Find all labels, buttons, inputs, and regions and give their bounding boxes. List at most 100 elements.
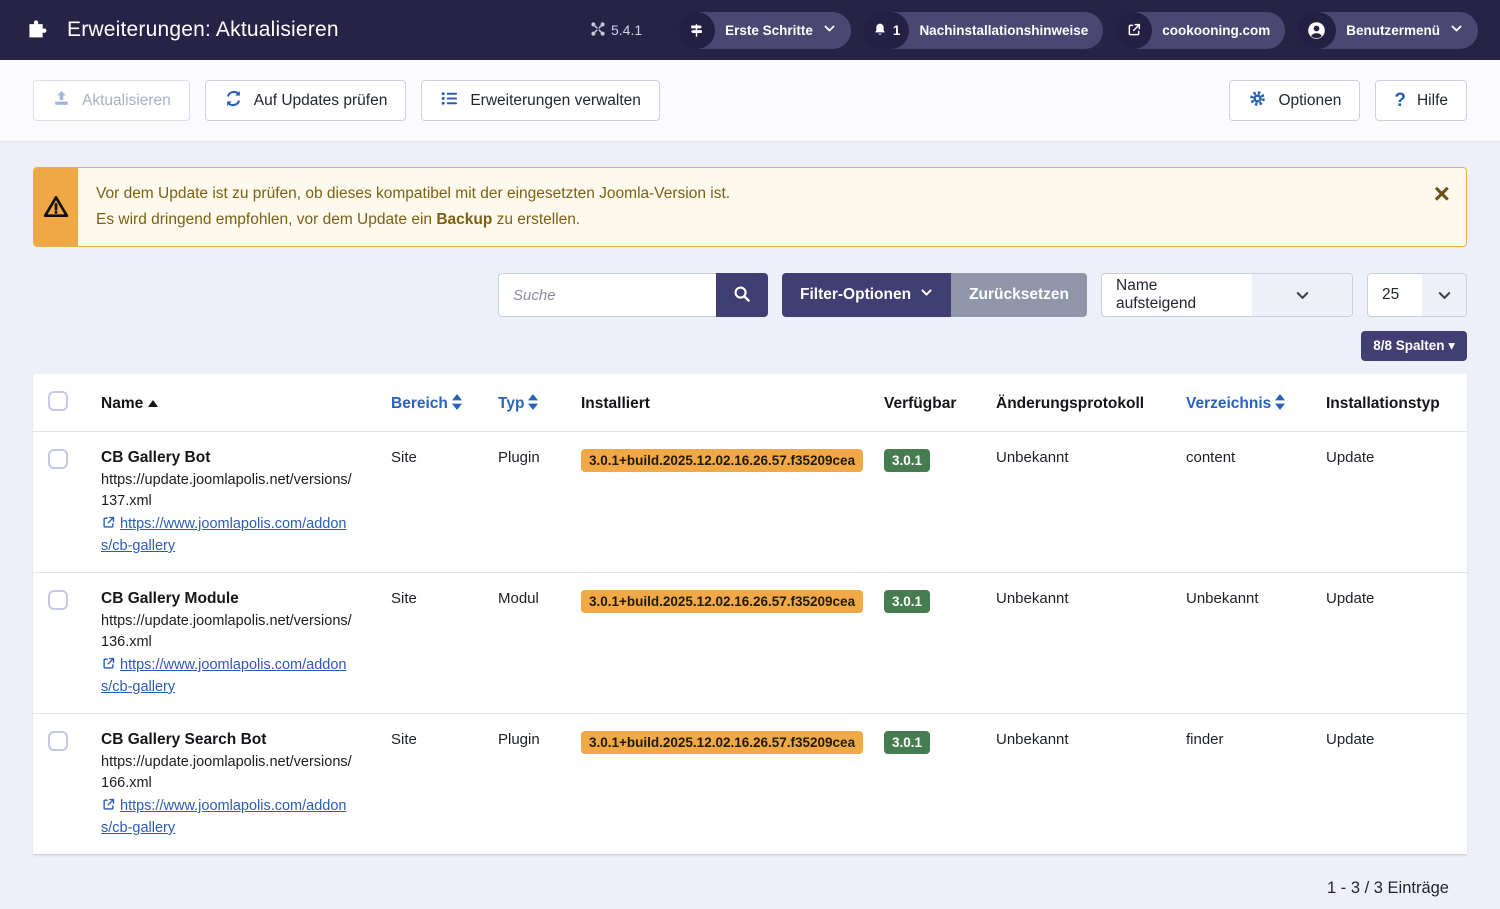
table-row: CB Gallery Module https://update.joomlap… xyxy=(33,573,1467,714)
getting-started-label: Erste Schritte xyxy=(725,23,813,38)
site-name-label: cookooning.com xyxy=(1162,23,1270,38)
filter-bar: Filter-Optionen Zurücksetzen Name aufste… xyxy=(33,273,1467,317)
check-updates-button[interactable]: Auf Updates prüfen xyxy=(205,80,407,121)
available-version-badge: 3.0.1 xyxy=(884,731,930,754)
sync-icon xyxy=(224,89,243,113)
list-icon xyxy=(440,89,459,113)
joomla-logo-icon xyxy=(591,22,605,39)
main-content: Vor dem Update ist zu prüfen, ob dieses … xyxy=(0,142,1500,898)
row-checkbox[interactable] xyxy=(48,449,68,469)
puzzle-piece-icon xyxy=(24,14,52,47)
folder-cell: content xyxy=(1186,432,1326,573)
chevron-down-icon xyxy=(1450,22,1463,38)
site-preview-link[interactable]: cookooning.com xyxy=(1115,12,1285,49)
search-button[interactable] xyxy=(716,273,768,317)
available-version-badge: 3.0.1 xyxy=(884,449,930,472)
warning-alert: Vor dem Update ist zu prüfen, ob dieses … xyxy=(33,167,1467,247)
help-button[interactable]: ? Hilfe xyxy=(1375,80,1467,121)
toolbar: Aktualisieren Auf Updates prüfen Erweite… xyxy=(0,60,1500,142)
columns-toggle-button[interactable]: 8/8 Spalten ▾ xyxy=(1361,331,1467,361)
sort-select[interactable]: Name aufsteigend xyxy=(1101,273,1353,317)
user-menu[interactable]: Benutzermenü xyxy=(1297,12,1478,49)
extension-detail-link[interactable]: https://www.joomlapolis.com/addons/cb-ga… xyxy=(101,795,353,839)
column-header-aenderungsprotokoll: Änderungsprotokoll xyxy=(996,374,1186,432)
table-row: CB Gallery Search Bot https://update.joo… xyxy=(33,714,1467,855)
changelog-cell: Unbekannt xyxy=(996,432,1186,573)
warning-line-1: Vor dem Update ist zu prüfen, ob dieses … xyxy=(96,181,1416,207)
installed-version-badge: 3.0.1+build.2025.12.02.16.26.57.f35209ce… xyxy=(581,731,863,754)
warning-line-2: Es wird dringend empfohlen, vor dem Upda… xyxy=(96,207,1416,233)
upload-icon xyxy=(52,89,71,113)
typ-cell: Plugin xyxy=(498,432,581,573)
bereich-cell: Site xyxy=(391,714,498,855)
typ-cell: Plugin xyxy=(498,714,581,855)
chevron-down-icon xyxy=(1422,274,1466,316)
post-install-messages-button[interactable]: 1 Nachinstallationshinweise xyxy=(863,12,1103,49)
chevron-down-icon xyxy=(823,22,836,38)
extension-name: CB Gallery Module xyxy=(101,588,383,608)
available-version-badge: 3.0.1 xyxy=(884,590,930,613)
backup-bold: Backup xyxy=(436,211,492,228)
extension-detail-link[interactable]: https://www.joomlapolis.com/addons/cb-ga… xyxy=(101,513,353,557)
installed-version-badge: 3.0.1+build.2025.12.02.16.26.57.f35209ce… xyxy=(581,590,863,613)
extension-name: CB Gallery Bot xyxy=(101,447,383,467)
warning-alert-text: Vor dem Update ist zu prüfen, ob dieses … xyxy=(78,168,1434,246)
getting-started-menu[interactable]: Erste Schritte xyxy=(678,12,851,49)
select-all-checkbox[interactable] xyxy=(48,391,68,411)
chevron-down-icon xyxy=(1252,274,1352,316)
column-header-typ[interactable]: Typ xyxy=(498,374,581,432)
topbar: Erweiterungen: Aktualisieren 5.4.1 Erste… xyxy=(0,0,1500,60)
joomla-version: 5.4.1 xyxy=(591,22,642,39)
search-input[interactable] xyxy=(498,273,716,317)
chevron-down-icon xyxy=(920,286,933,304)
install-type-cell: Update xyxy=(1326,714,1467,855)
bereich-cell: Site xyxy=(391,432,498,573)
gear-icon xyxy=(1248,89,1267,113)
page-title: Erweiterungen: Aktualisieren xyxy=(67,18,339,42)
updates-table: Name Bereich Typ Installiert Verfügbar Ä… xyxy=(33,374,1467,855)
joomla-version-label: 5.4.1 xyxy=(611,22,642,38)
column-header-installationstyp: Installationstyp xyxy=(1326,374,1467,432)
typ-cell: Modul xyxy=(498,573,581,714)
column-header-name[interactable]: Name xyxy=(101,374,391,432)
column-header-bereich[interactable]: Bereich xyxy=(391,374,498,432)
update-site-url: https://update.joomlapolis.net/versions/… xyxy=(101,611,353,653)
list-limit-value: 25 xyxy=(1368,286,1422,304)
options-button[interactable]: Optionen xyxy=(1229,80,1360,121)
row-checkbox[interactable] xyxy=(48,590,68,610)
install-type-cell: Update xyxy=(1326,573,1467,714)
update-site-url: https://update.joomlapolis.net/versions/… xyxy=(101,470,353,512)
list-limit-select[interactable]: 25 xyxy=(1367,273,1467,317)
update-button[interactable]: Aktualisieren xyxy=(33,80,190,121)
manage-extensions-button[interactable]: Erweiterungen verwalten xyxy=(421,80,660,121)
post-install-messages-label: Nachinstallationshinweise xyxy=(919,23,1088,38)
update-site-url: https://update.joomlapolis.net/versions/… xyxy=(101,752,353,794)
external-link-icon xyxy=(1115,12,1152,49)
pagination-count: 1 - 3 / 3 Einträge xyxy=(33,855,1467,898)
install-type-cell: Update xyxy=(1326,432,1467,573)
changelog-cell: Unbekannt xyxy=(996,714,1186,855)
sort-select-value: Name aufsteigend xyxy=(1102,277,1252,313)
filter-options-button[interactable]: Filter-Optionen xyxy=(782,273,951,317)
reset-button[interactable]: Zurücksetzen xyxy=(951,273,1087,317)
folder-cell: Unbekannt xyxy=(1186,573,1326,714)
close-icon[interactable]: × xyxy=(1434,168,1466,246)
table-row: CB Gallery Bot https://update.joomlapoli… xyxy=(33,432,1467,573)
column-header-verzeichnis[interactable]: Verzeichnis xyxy=(1186,374,1326,432)
signpost-icon xyxy=(678,12,715,49)
search-icon xyxy=(732,284,752,307)
extension-name: CB Gallery Search Bot xyxy=(101,729,383,749)
table-header-row: Name Bereich Typ Installiert Verfügbar Ä… xyxy=(33,374,1467,432)
user-menu-label: Benutzermenü xyxy=(1346,23,1440,38)
installed-version-badge: 3.0.1+build.2025.12.02.16.26.57.f35209ce… xyxy=(581,449,863,472)
question-mark-icon: ? xyxy=(1394,90,1406,112)
notification-count-badge: 1 xyxy=(893,23,901,38)
column-header-installiert: Installiert xyxy=(581,374,884,432)
extension-detail-link[interactable]: https://www.joomlapolis.com/addons/cb-ga… xyxy=(101,654,353,698)
warning-triangle-icon xyxy=(34,168,78,246)
bell-icon-with-count: 1 xyxy=(863,12,910,49)
row-checkbox[interactable] xyxy=(48,731,68,751)
user-icon xyxy=(1297,12,1336,49)
bereich-cell: Site xyxy=(391,573,498,714)
folder-cell: finder xyxy=(1186,714,1326,855)
